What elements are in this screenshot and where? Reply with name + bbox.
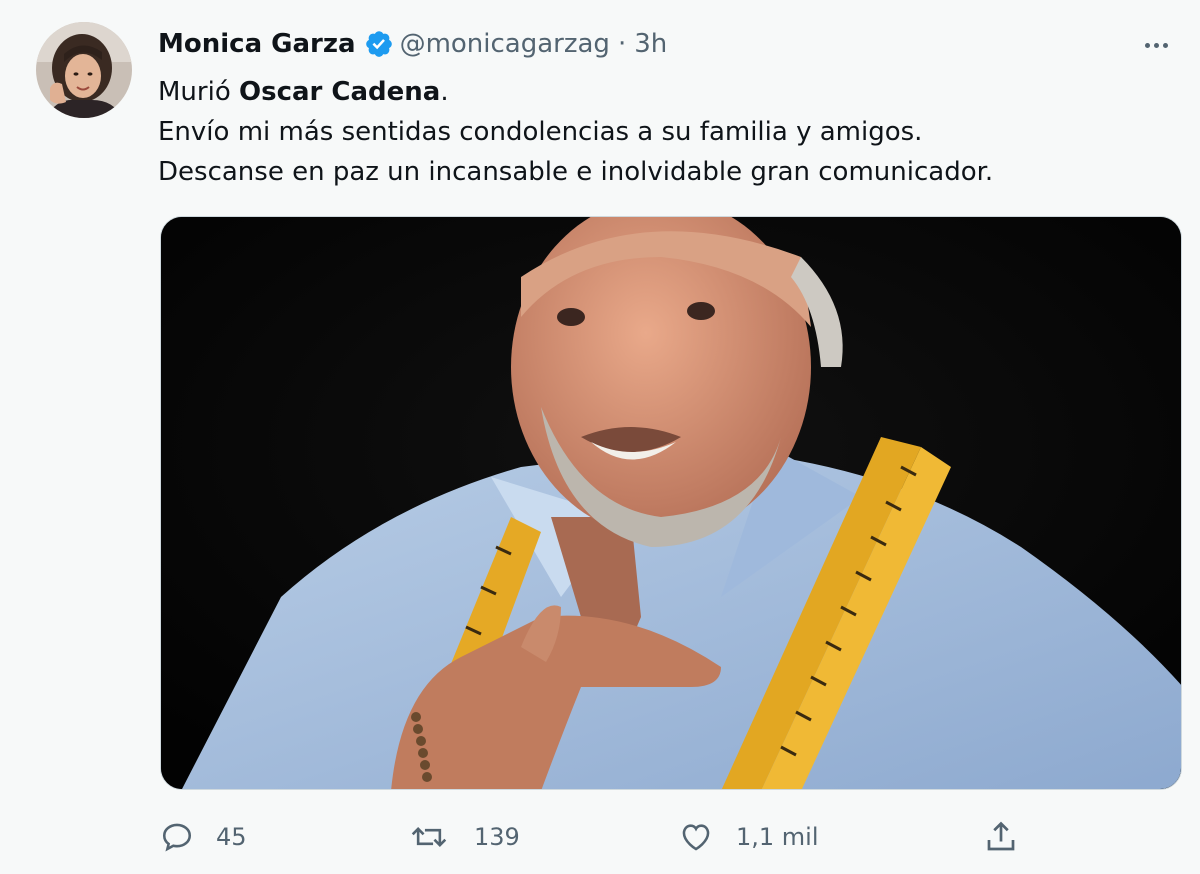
- avatar-image: [36, 22, 132, 118]
- separator-dot: ·: [617, 29, 627, 59]
- avatar[interactable]: [36, 22, 132, 118]
- share-button[interactable]: [982, 812, 1020, 862]
- heart-icon: [678, 820, 714, 854]
- more-options-icon[interactable]: [1136, 30, 1176, 60]
- reply-count: 45: [216, 823, 247, 851]
- display-name[interactable]: Monica Garza: [158, 29, 356, 59]
- retweet-button[interactable]: 139: [410, 812, 520, 862]
- like-button[interactable]: 1,1 mil: [678, 812, 819, 862]
- tweet-actions: 45 139 1,1 mil: [160, 812, 1040, 862]
- tweet-text: Murió Oscar Cadena. Envío mi más sentida…: [158, 72, 1168, 192]
- tweet-card[interactable]: Monica Garza @monicagarzag · 3h Murió Os…: [0, 0, 1200, 874]
- tweet-header: Monica Garza @monicagarzag · 3h: [158, 26, 667, 62]
- like-count: 1,1 mil: [736, 823, 819, 851]
- reply-button[interactable]: 45: [160, 812, 247, 862]
- photo-image: [161, 217, 1181, 789]
- tweet-line-1-prefix: Murió: [158, 77, 239, 107]
- retweet-icon: [410, 820, 448, 854]
- tweet-line-1: Murió Oscar Cadena.: [158, 72, 1168, 112]
- verified-badge-icon: [364, 29, 394, 59]
- share-icon: [982, 819, 1020, 855]
- tweet-photo[interactable]: [160, 216, 1182, 790]
- tweet-line-3: Descanse en paz un incansable e inolvida…: [158, 157, 994, 187]
- mentioned-name: Oscar Cadena: [239, 77, 441, 107]
- retweet-count: 139: [474, 823, 520, 851]
- timestamp[interactable]: 3h: [634, 29, 667, 59]
- handle[interactable]: @monicagarzag: [400, 29, 610, 59]
- reply-icon: [160, 820, 194, 854]
- tweet-line-2: Envío mi más sentidas condolencias a su …: [158, 117, 923, 147]
- tweet-line-1-suffix: .: [440, 77, 449, 107]
